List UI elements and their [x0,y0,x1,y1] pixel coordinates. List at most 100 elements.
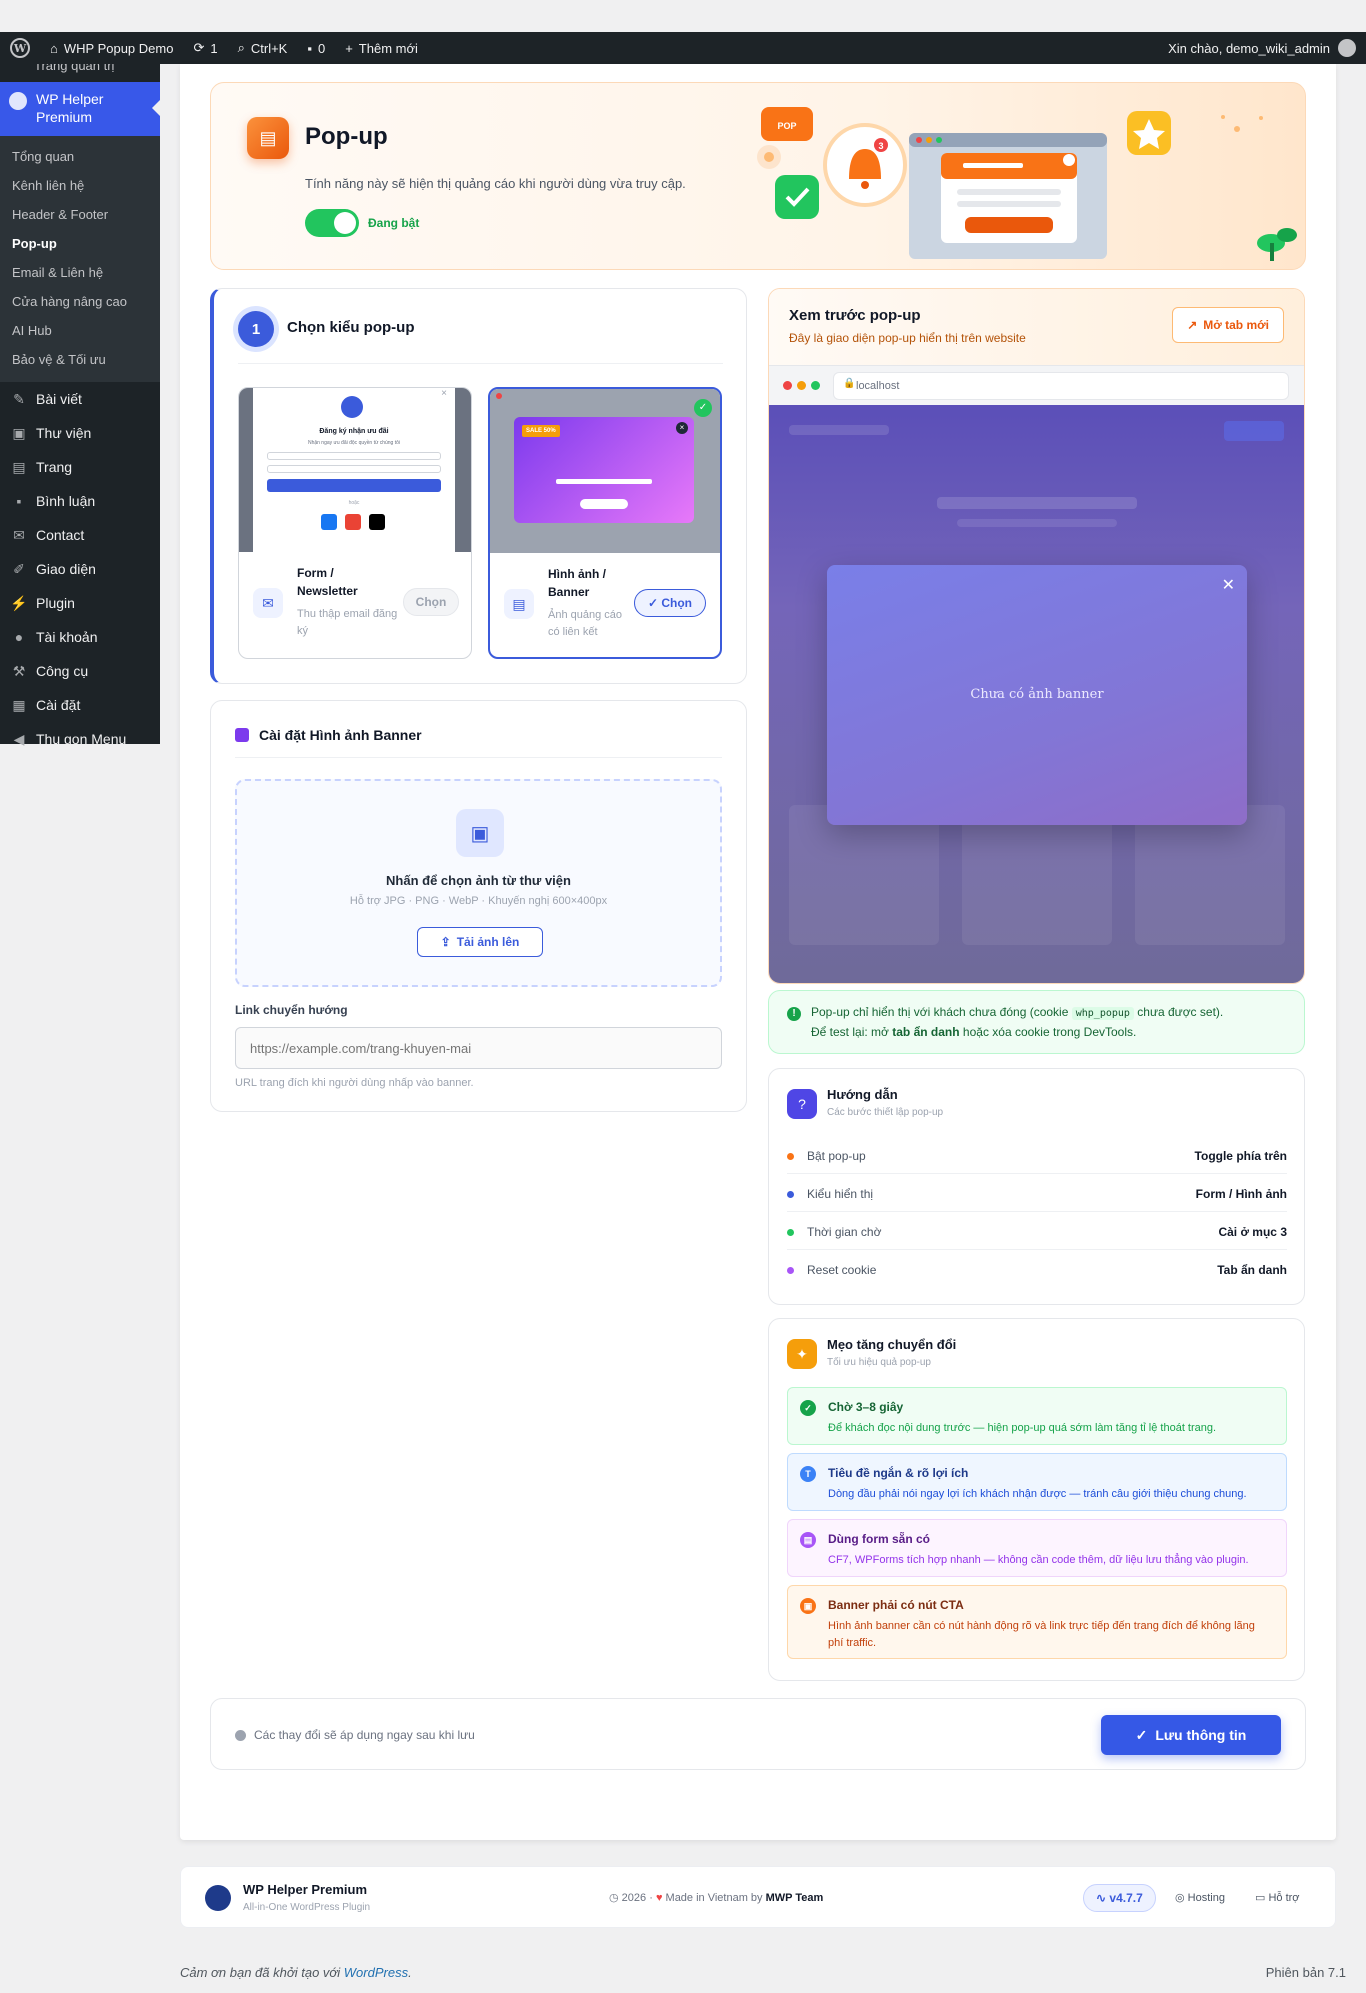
preview-title: Xem trước pop-up [789,307,921,324]
form-type-thumbnail: × Đăng ký nhận ưu đãi Nhận ngay ưu đãi đ… [239,388,471,552]
sidebar-item-users[interactable]: ● Tài khoản [0,620,160,654]
image-icon [235,728,249,742]
footer-tagline: All-in-One WordPress Plugin [243,1902,371,1913]
submenu-item-popup[interactable]: Pop-up [0,229,160,258]
type-name: Form / Newsletter [297,566,358,598]
sidebar-item-label: Plugin [36,595,75,611]
sidebar-item-appearance[interactable]: ✐ Giao diện [0,552,160,586]
wordpress-logo-button[interactable]: W [0,32,40,64]
popup-type-form-card[interactable]: × Đăng ký nhận ưu đãi Nhận ngay ưu đãi đ… [238,387,472,659]
image-icon: ▣ [456,809,504,857]
support-link[interactable]: ▭ Hỗ trợ [1255,1891,1300,1904]
site-name-link[interactable]: ⌂ WHP Popup Demo [40,32,183,64]
sidebar-item-settings[interactable]: ▦ Cài đặt [0,688,160,722]
new-content-link[interactable]: + Thêm mới [335,32,428,64]
submenu-item-header-footer[interactable]: Header & Footer [0,200,160,229]
tips-subtitle: Tối ưu hiệu quả pop-up [827,1357,931,1368]
image-dropzone[interactable]: ▣ Nhấn để chọn ảnh từ thư viện Hỗ trợ JP… [235,779,722,987]
divider [238,363,723,364]
wordpress-icon: W [10,38,30,58]
submenu-item-email-contact[interactable]: Email & Liên hệ [0,258,160,287]
open-new-tab-button[interactable]: ↗ Mở tab mới [1172,307,1284,343]
chat-icon: ▭ [1255,1892,1266,1904]
plus-icon: + [345,40,353,56]
sidebar-item-label: Contact [36,527,85,543]
upload-label: Tải ảnh lên [456,935,520,949]
sidebar-item-media[interactable]: ▣ Thư viện [0,416,160,450]
close-icon[interactable]: ✕ [1222,575,1235,595]
guide-title: Hướng dẫn [827,1087,898,1102]
popup-type-banner-card[interactable]: SALE 50% × ✓ ▤ Hình ảnh / Banner Ảnh quả… [488,387,722,659]
sidebar-item-contact[interactable]: ✉ Contact [0,518,160,552]
banner-settings-title: Cài đặt Hình ảnh Banner [235,727,422,743]
close-icon: × [676,422,688,434]
sidebar-item-label: Thư viện [36,425,92,441]
search-shortcut-label: Ctrl+K [250,40,288,56]
browser-bar: localhost 🔒 [769,365,1304,405]
toggle-status-label: Đang bật [368,216,420,230]
globe-icon: ◎ [1175,1892,1185,1904]
save-button-label: Lưu thông tin [1155,1727,1247,1743]
submenu-item-advanced-store[interactable]: Cửa hàng nâng cao [0,287,160,316]
preview-header: Xem trước pop-up Đây là giao diện pop-up… [769,289,1304,365]
sidebar-item-posts[interactable]: ✎ Bài viết [0,382,160,416]
tip-item: ▣ Banner phải có nút CTA Hình ảnh banner… [787,1585,1287,1659]
comment-icon: ▪ [16,493,22,509]
sidebar-item-wp-helper[interactable]: WP Helper Premium [0,82,160,136]
redirect-link-hint: URL trang đích khi người dùng nhấp vào b… [235,1077,474,1089]
preview-website: ✕ Chưa có ảnh banner [769,405,1304,983]
guide-row: Bật pop-up Toggle phía trên [787,1147,1287,1167]
upload-button[interactable]: ⇪ Tải ảnh lên [417,927,543,957]
heart-icon: ♥ [655,1892,663,1904]
step-number-badge: 1 [238,311,274,347]
sidebar-item-label: Bài viết [36,391,82,407]
sale-badge: SALE 50% [522,425,560,437]
select-banner-label: Chọn [661,596,693,610]
google-icon [345,514,361,530]
dropzone-title: Nhấn để chọn ảnh từ thư viện [386,873,571,888]
plug-icon: ⚡ [10,594,28,611]
top-strip [0,0,1366,32]
banner-type-thumbnail: SALE 50% × ✓ [490,389,720,553]
type-description: Ảnh quảng cáo có liên kết [548,609,623,638]
preview-subtitle: Đây là giao diện pop-up hiển thị trên we… [789,331,1026,345]
form-thumb-icon [341,396,363,418]
select-form-button[interactable]: Chọn [403,588,459,616]
account-menu[interactable]: Xin chào, demo_wiki_admin [1168,39,1366,57]
sidebar-item-plugins[interactable]: ⚡ Plugin [0,586,160,620]
sidebar-item-comments[interactable]: ▪ Bình luận [0,484,160,518]
select-banner-button[interactable]: ✓ Chọn [634,589,706,617]
submenu-item-contact-channels[interactable]: Kênh liên hệ [0,171,160,200]
sidebar-submenu: Tổng quan Kênh liên hệ Header & Footer P… [0,136,160,382]
wp-footer-thanks: Cảm ơn bạn đã khởi tạo với WordPress. [180,1965,412,1980]
mail-icon: ✉ [13,526,25,543]
open-new-tab-label: Mở tab mới [1203,318,1269,332]
search-shortcut[interactable]: ⌕ Ctrl+K [228,32,298,64]
submenu-item-ai-hub[interactable]: AI Hub [0,316,160,345]
save-button[interactable]: ✓ Lưu thông tin [1101,1715,1281,1755]
popup-enable-toggle[interactable] [305,209,359,237]
comments-link[interactable]: ▪ 0 [297,32,335,64]
home-icon: ⌂ [50,40,58,56]
tip-item: ✓ Chờ 3–8 giây Để khách đọc nội dung trư… [787,1387,1287,1445]
updates-link[interactable]: ⟳ 1 [183,32,227,64]
sidebar-item-pages[interactable]: ▤ Trang [0,450,160,484]
save-hint: Các thay đổi sẽ áp dụng ngay sau khi lưu [235,1728,475,1742]
submenu-item-overview[interactable]: Tổng quan [0,142,160,171]
ill-notification-badge: 3 [878,141,883,151]
submenu-item-security[interactable]: Bảo vệ & Tối ưu [0,345,160,374]
step-title: Chọn kiểu pop-up [287,319,415,336]
check-icon: ✓ [694,399,712,417]
redirect-link-input[interactable] [235,1027,722,1069]
wordpress-link[interactable]: WordPress [344,1965,408,1980]
text-icon: T [800,1466,816,1482]
form-thumb-button [267,479,441,492]
search-icon: ⌕ [237,40,245,55]
cookie-name: whp_popup [1071,1007,1134,1020]
check-icon: ✓ [647,596,662,610]
sidebar-item-dashboard[interactable]: Trang quản trị [0,64,160,82]
sidebar-item-tools[interactable]: ⚒ Công cụ [0,654,160,688]
hosting-link[interactable]: ◎ Hosting [1175,1891,1225,1904]
sidebar-item-collapse[interactable]: ◀ Thu gọn Menu [0,722,160,756]
wrench-icon: ⚒ [12,662,26,679]
